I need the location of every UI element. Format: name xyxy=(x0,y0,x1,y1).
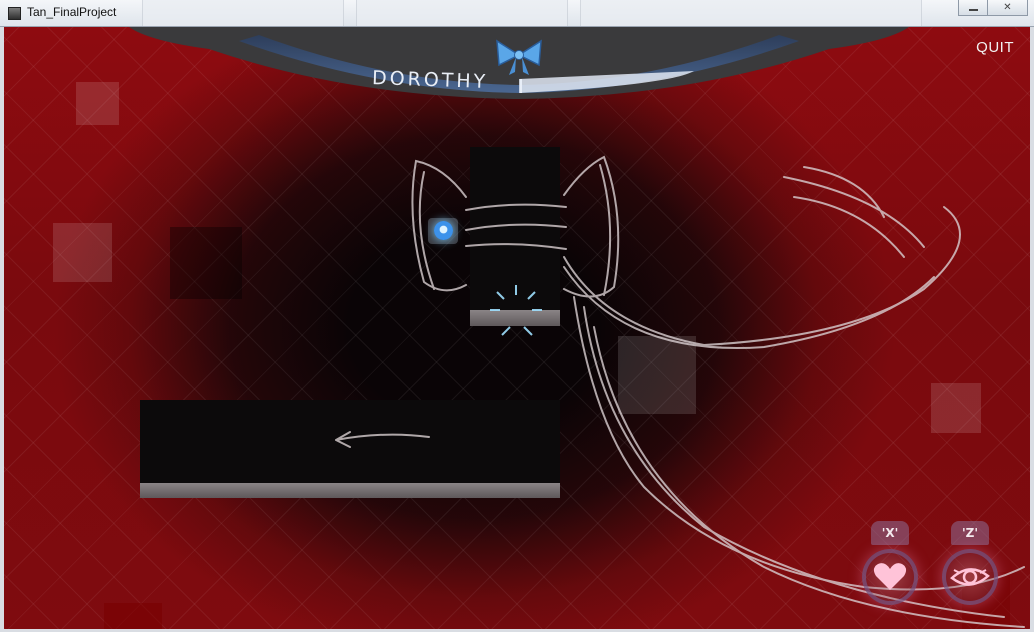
close-button[interactable]: ✕ xyxy=(988,0,1028,16)
app-icon xyxy=(8,7,21,20)
background-window-ghost xyxy=(142,0,344,26)
heart-icon xyxy=(873,563,907,590)
window-title: Tan_FinalProject xyxy=(27,5,117,19)
eye-ability-button[interactable] xyxy=(942,549,998,605)
player-character xyxy=(428,218,458,244)
minimize-button[interactable] xyxy=(958,0,988,16)
close-icon: ✕ xyxy=(1003,2,1012,13)
sparkle-effect xyxy=(490,285,542,336)
blue-orb-icon xyxy=(434,221,453,240)
minimize-icon xyxy=(969,9,978,11)
ability-key-label: 'X' xyxy=(871,521,909,545)
window-titlebar: Tan_FinalProject ✕ xyxy=(0,0,1034,27)
heart-ability-button[interactable] xyxy=(862,549,918,605)
ability-eye[interactable]: 'Z' xyxy=(937,521,1003,605)
ability-key-label: 'Z' xyxy=(951,521,989,545)
background-window-ghost xyxy=(356,0,568,26)
background-window-ghost xyxy=(580,0,922,26)
game-viewport[interactable]: DOROTHY QUIT 'X' 'Z' xyxy=(4,27,1030,629)
eye-icon xyxy=(950,568,990,586)
ability-heart[interactable]: 'X' xyxy=(857,521,923,605)
